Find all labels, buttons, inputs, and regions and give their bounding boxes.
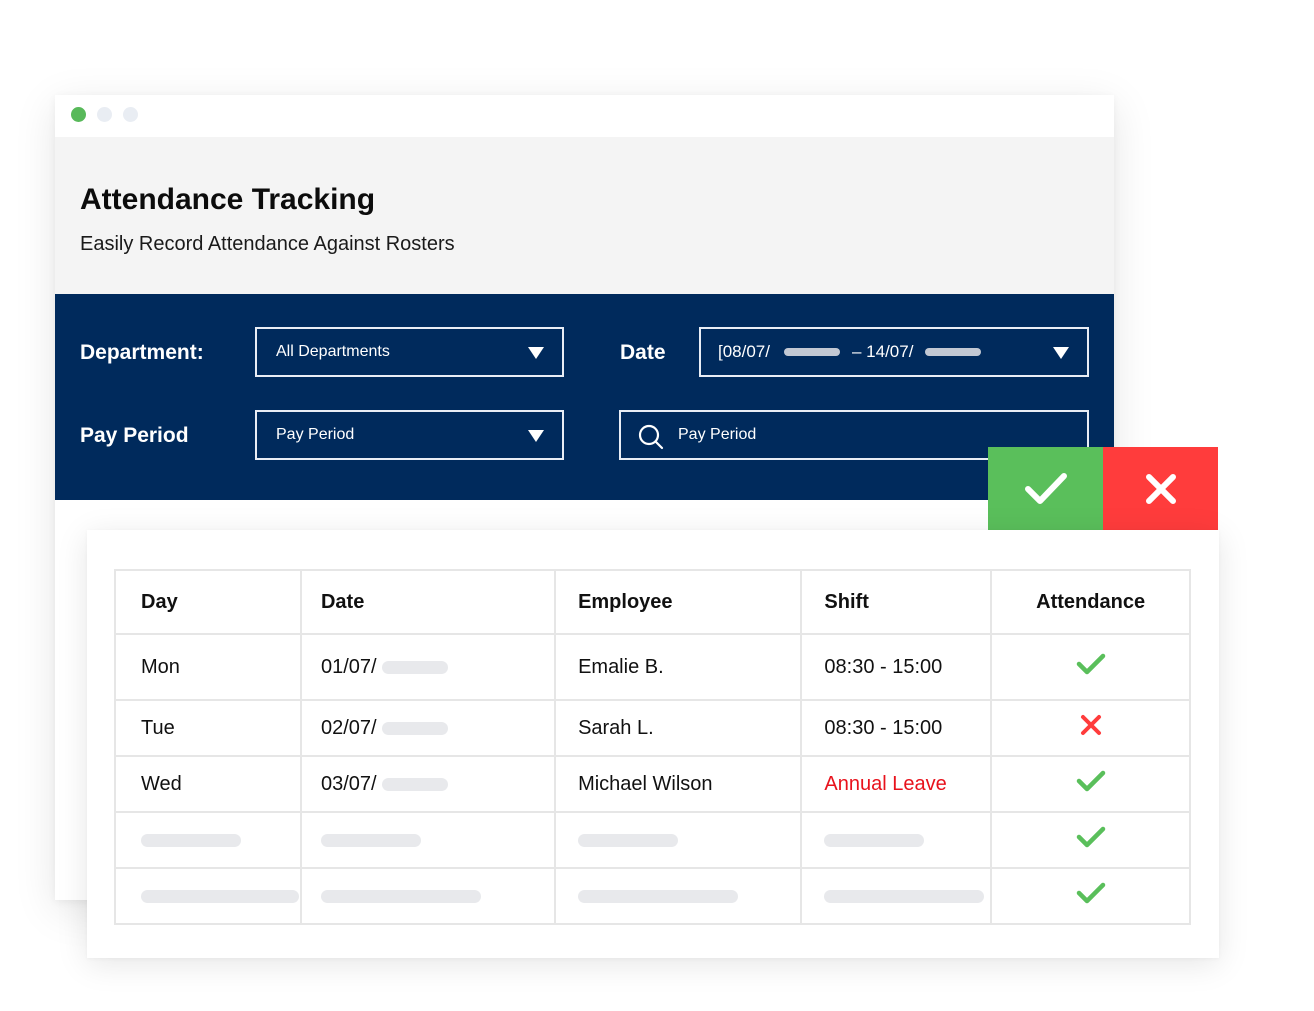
cell-day — [114, 867, 302, 925]
page-title: Attendance Tracking — [80, 183, 376, 216]
text-placeholder — [141, 833, 241, 847]
cell-date — [299, 867, 557, 925]
table-row[interactable]: Wed 03/07/ Michael Wilson Annual Leave — [114, 755, 1191, 813]
cell-day: Mon — [114, 633, 302, 701]
pay-period-select-value: Pay Period — [276, 426, 355, 443]
window-close-dot[interactable] — [71, 107, 86, 122]
cell-attendance[interactable] — [990, 811, 1191, 869]
window-minimize-dot[interactable] — [97, 107, 112, 122]
window-titlebar — [55, 95, 1114, 137]
cell-date — [299, 811, 557, 869]
year-placeholder — [382, 660, 449, 674]
department-select-value: All Departments — [276, 343, 390, 360]
column-header-date[interactable]: Date — [299, 569, 557, 635]
chevron-down-icon — [528, 347, 544, 359]
table-header-row: Day Date Employee Shift Attendance — [114, 569, 1191, 635]
date-end: – 14/07/ — [852, 342, 914, 361]
text-placeholder — [141, 889, 299, 903]
cell-date: 02/07/ — [299, 699, 557, 757]
date-start: [08/07/ — [718, 342, 770, 361]
column-header-day[interactable]: Day — [114, 569, 302, 635]
check-icon — [1076, 770, 1105, 792]
pay-period-select[interactable]: Pay Period — [255, 410, 564, 460]
date-range-select[interactable]: [08/07/ – 14/07/ — [699, 327, 1089, 377]
text-placeholder — [320, 889, 481, 903]
column-header-employee[interactable]: Employee — [554, 569, 803, 635]
cell-day — [114, 811, 302, 869]
year-placeholder — [382, 777, 449, 791]
text-placeholder — [824, 833, 925, 847]
cell-employee — [554, 867, 803, 925]
department-label: Department: — [80, 341, 204, 364]
cell-attendance[interactable] — [990, 699, 1191, 757]
text-placeholder — [578, 833, 679, 847]
filter-panel: Department: All Departments Date [08/07/… — [55, 294, 1114, 500]
text-placeholder — [824, 889, 985, 903]
close-icon — [1080, 715, 1101, 735]
search-placeholder: Pay Period — [678, 426, 757, 443]
search-icon — [638, 424, 664, 450]
text-placeholder — [578, 889, 739, 903]
text-placeholder — [320, 833, 421, 847]
cell-employee: Michael Wilson — [554, 755, 803, 813]
chevron-down-icon — [1053, 347, 1069, 359]
department-select[interactable]: All Departments — [255, 327, 564, 377]
year-placeholder — [382, 721, 449, 735]
approve-button[interactable] — [988, 447, 1103, 530]
date-year-placeholder — [925, 348, 982, 356]
column-header-shift[interactable]: Shift — [800, 569, 993, 635]
cell-employee: Emalie B. — [554, 633, 803, 701]
close-icon — [1145, 473, 1176, 504]
cell-day: Wed — [114, 755, 302, 813]
check-icon — [1076, 882, 1105, 904]
date-year-placeholder — [784, 348, 840, 356]
cell-shift: Annual Leave — [800, 755, 993, 813]
cell-attendance[interactable] — [990, 633, 1191, 701]
date-range-value: [08/07/ – 14/07/ — [701, 342, 982, 362]
table-row[interactable]: Mon 01/07/ Emalie B. 08:30 - 15:00 — [114, 633, 1191, 701]
reject-button[interactable] — [1103, 447, 1218, 530]
page-header: Attendance Tracking Easily Record Attend… — [55, 137, 1114, 294]
check-icon — [1024, 472, 1067, 504]
date-label: Date — [620, 341, 666, 364]
column-header-attendance[interactable]: Attendance — [990, 569, 1191, 635]
annual-leave-text: Annual Leave — [824, 772, 947, 795]
table-row[interactable]: Tue 02/07/ Sarah L. 08:30 - 15:00 — [114, 699, 1191, 757]
page-subtitle: Easily Record Attendance Against Rosters — [80, 233, 455, 255]
attendance-table: Day Date Employee Shift Attendance Mon 0… — [114, 569, 1191, 925]
cell-date: 01/07/ — [299, 633, 557, 701]
window-maximize-dot[interactable] — [123, 107, 138, 122]
cell-shift: 08:30 - 15:00 — [800, 633, 993, 701]
cell-shift — [800, 811, 993, 869]
cell-date: 03/07/ — [299, 755, 557, 813]
table-row[interactable] — [114, 867, 1191, 925]
cell-day: Tue — [114, 699, 302, 757]
check-icon — [1076, 826, 1105, 848]
pay-period-label: Pay Period — [80, 424, 189, 447]
chevron-down-icon — [528, 430, 544, 442]
cell-shift: 08:30 - 15:00 — [800, 699, 993, 757]
cell-attendance[interactable] — [990, 867, 1191, 925]
cell-employee — [554, 811, 803, 869]
check-icon — [1076, 653, 1105, 675]
table-row[interactable] — [114, 811, 1191, 869]
attendance-card: Day Date Employee Shift Attendance Mon 0… — [87, 530, 1219, 958]
cell-employee: Sarah L. — [554, 699, 803, 757]
cell-attendance[interactable] — [990, 755, 1191, 813]
cell-shift — [800, 867, 993, 925]
